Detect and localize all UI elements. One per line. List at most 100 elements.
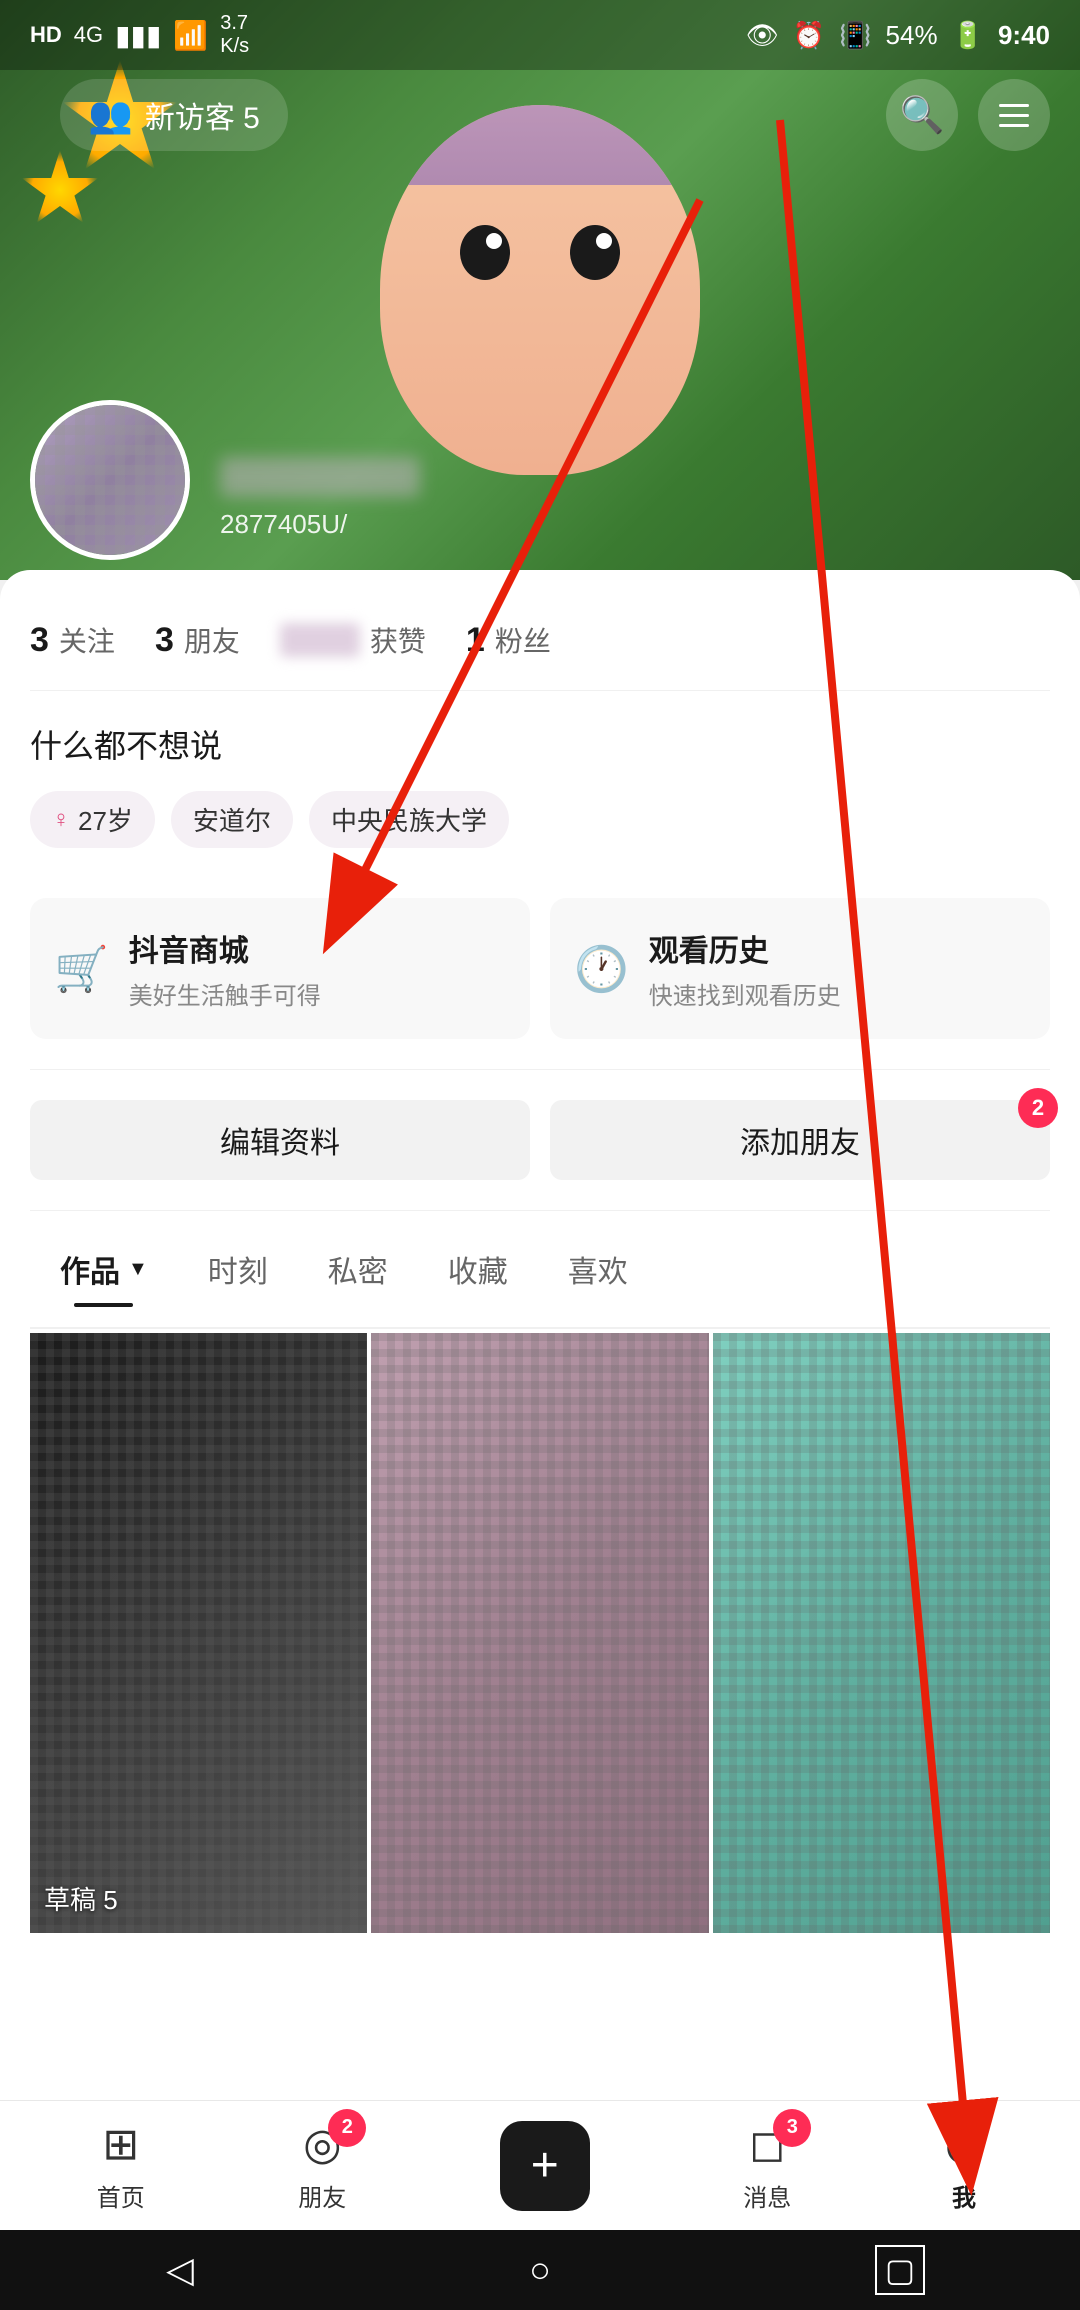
hd-label: HD <box>30 22 62 48</box>
age-label: 27岁 <box>78 801 133 838</box>
friends-label: 朋友 <box>184 620 240 660</box>
bio-section: 什么都不想说 ♀ 27岁 安道尔 中央民族大学 <box>30 691 1050 868</box>
tab-private[interactable]: 私密 <box>298 1231 418 1307</box>
likes-label: 获赞 <box>370 620 426 660</box>
favorites-label: 收藏 <box>448 1256 508 1289</box>
speed-label: 3.7K/s <box>220 12 249 58</box>
grid-item-3[interactable] <box>713 1333 1050 1933</box>
shop-action[interactable]: 🛒 抖音商城 美好生活触手可得 <box>30 898 530 1039</box>
plus-icon: + <box>531 2138 559 2193</box>
grid-item-2[interactable] <box>371 1333 708 1933</box>
tab-likes[interactable]: 喜欢 <box>538 1231 658 1307</box>
content-grid: 草稿 5 <box>30 1333 1050 1933</box>
tag-location[interactable]: 安道尔 <box>171 791 293 848</box>
battery-icon: 🔋 <box>952 20 984 51</box>
header-nav: 👥 新访客 5 🔍 <box>0 70 1080 160</box>
status-left: HD 4G ▮▮▮ 📶 3.7K/s <box>30 12 249 58</box>
status-bar: HD 4G ▮▮▮ 📶 3.7K/s 👁 ⏰ 📳 54% 🔋 9:40 <box>0 0 1080 70</box>
stats-row: 3 关注 3 朋友 获赞 1 粉丝 <box>30 600 1050 691</box>
android-back[interactable]: ◁ <box>140 2240 220 2300</box>
home-icon: ⊞ <box>102 2119 139 2170</box>
stat-following[interactable]: 3 关注 <box>30 620 115 660</box>
add-friend-badge: 2 <box>1018 1088 1058 1128</box>
add-friend-button[interactable]: 添加朋友 2 <box>550 1100 1050 1180</box>
gender-icon: ♀ <box>52 806 70 834</box>
profile-id: 2877405U/ <box>220 509 420 540</box>
menu-line-1 <box>999 104 1029 107</box>
menu-line-2 <box>999 114 1029 117</box>
android-home-icon: ○ <box>529 2249 551 2291</box>
android-home[interactable]: ○ <box>500 2240 580 2300</box>
menu-line-3 <box>999 124 1029 127</box>
profile-name-area: 2877405U/ <box>220 457 420 560</box>
history-title: 观看历史 <box>649 926 841 970</box>
char-eyes <box>460 225 620 280</box>
tab-moments[interactable]: 时刻 <box>178 1231 298 1307</box>
likes-label: 喜欢 <box>568 1256 628 1289</box>
alarm-icon: ⏰ <box>793 20 825 51</box>
history-text: 观看历史 快速找到观看历史 <box>649 926 841 1011</box>
tag-age[interactable]: ♀ 27岁 <box>30 791 155 848</box>
friends-label: 朋友 <box>298 2178 346 2213</box>
grid-overlay-2 <box>371 1333 708 1933</box>
nav-messages[interactable]: 3 ◻ 消息 <box>723 2109 811 2223</box>
works-dropdown-arrow: ▼ <box>128 1258 148 1281</box>
avatar-image <box>35 405 185 555</box>
char-eye-left <box>460 225 510 280</box>
private-label: 私密 <box>328 1256 388 1289</box>
grid-overlay-3 <box>713 1333 1050 1933</box>
messages-label: 消息 <box>743 2178 791 2213</box>
nav-friends[interactable]: 2 ◎ 朋友 <box>278 2109 366 2223</box>
android-recents[interactable]: ▢ <box>860 2240 940 2300</box>
home-label: 首页 <box>97 2178 145 2213</box>
history-action[interactable]: 🕐 观看历史 快速找到观看历史 <box>550 898 1050 1039</box>
char-face <box>380 105 700 475</box>
shop-text: 抖音商城 美好生活触手可得 <box>129 926 321 1011</box>
quick-actions: 🛒 抖音商城 美好生活触手可得 🕐 观看历史 快速找到观看历史 <box>30 868 1050 1070</box>
stat-followers[interactable]: 1 粉丝 <box>466 620 551 660</box>
eye-icon: 👁 <box>746 20 779 51</box>
visitors-button[interactable]: 👥 新访客 5 <box>60 79 288 151</box>
recents-icon: ▢ <box>875 2245 925 2295</box>
tabs-row: 作品 ▼ 时刻 私密 收藏 喜欢 <box>30 1211 1050 1329</box>
tag-university[interactable]: 中央民族大学 <box>309 791 509 848</box>
tab-works[interactable]: 作品 ▼ <box>30 1231 178 1307</box>
grid-label-1: 草稿 5 <box>44 1880 118 1917</box>
works-tab-label: 作品 ▼ <box>60 1247 148 1291</box>
me-icon: ◉ <box>945 2119 983 2170</box>
profile-card: 3 关注 3 朋友 获赞 1 粉丝 什么都不想说 ♀ 27岁 安道尔 中 <box>0 570 1080 2180</box>
time-label: 9:40 <box>998 20 1050 51</box>
friends-count: 3 <box>155 621 174 660</box>
grid-item-1[interactable]: 草稿 5 <box>30 1333 367 1933</box>
network-label: 4G <box>74 22 103 48</box>
shop-icon: 🛒 <box>54 943 109 995</box>
char-eye-right <box>570 225 620 280</box>
search-icon: 🔍 <box>900 94 945 136</box>
following-count: 3 <box>30 621 49 660</box>
add-button[interactable]: + <box>500 2121 590 2211</box>
android-nav: ◁ ○ ▢ <box>0 2230 1080 2310</box>
edit-profile-button[interactable]: 编辑资料 <box>30 1100 530 1180</box>
stat-likes[interactable]: 获赞 <box>280 620 426 660</box>
history-icon: 🕐 <box>574 943 629 995</box>
avatar[interactable] <box>30 400 190 560</box>
followers-label: 粉丝 <box>495 620 551 660</box>
action-buttons: 编辑资料 添加朋友 2 <box>30 1070 1050 1211</box>
moments-label: 时刻 <box>208 1256 268 1289</box>
status-right: 👁 ⏰ 📳 54% 🔋 9:40 <box>746 20 1050 51</box>
visitors-icon: 👥 <box>88 94 133 136</box>
messages-nav-badge: 3 <box>773 2109 811 2147</box>
nav-me[interactable]: ◉ 我 <box>925 2109 1003 2223</box>
tab-favorites[interactable]: 收藏 <box>418 1231 538 1307</box>
menu-button[interactable] <box>978 79 1050 151</box>
add-friend-label: 添加朋友 <box>740 1127 860 1160</box>
profile-name-blurred <box>220 457 420 497</box>
search-button[interactable]: 🔍 <box>886 79 958 151</box>
grid-overlay-1 <box>30 1333 367 1933</box>
nav-add[interactable]: + <box>480 2111 610 2221</box>
likes-count-blurred <box>280 623 360 657</box>
nav-home[interactable]: ⊞ 首页 <box>77 2109 165 2223</box>
back-icon: ◁ <box>166 2249 194 2291</box>
stat-friends[interactable]: 3 朋友 <box>155 620 240 660</box>
location-label: 安道尔 <box>193 801 271 838</box>
